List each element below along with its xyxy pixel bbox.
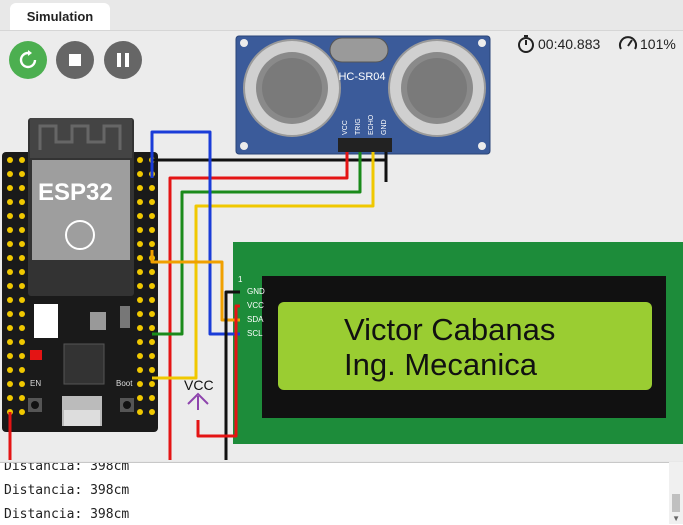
scroll-down-icon[interactable]: ▼ [672,514,680,523]
tab-simulation[interactable]: Simulation [10,3,110,30]
restart-button[interactable] [9,41,47,79]
console-line: Distancia: 398cm [4,462,130,474]
elapsed-timer: 00:40.883 [516,34,600,54]
console-scroll-thumb[interactable] [672,494,680,512]
speed-value: 101% [640,36,676,52]
console-line: Distancia: 398cm [4,507,130,522]
pause-button[interactable] [104,41,142,79]
simulation-speed: 101% [618,34,676,54]
speedometer-icon [619,36,637,50]
elapsed-time: 00:40.883 [538,36,601,52]
console-line: Distancia: 398cm [4,483,130,498]
pause-icon [117,53,129,67]
simulation-canvas[interactable] [0,30,683,461]
restart-icon [19,50,37,69]
stop-icon [69,54,81,66]
stop-button[interactable] [56,41,94,79]
serial-monitor[interactable]: Distancia: 398cm Distancia: 398cm Distan… [0,462,683,525]
stopwatch-icon [518,35,534,53]
tab-bar: Simulation [0,0,683,30]
